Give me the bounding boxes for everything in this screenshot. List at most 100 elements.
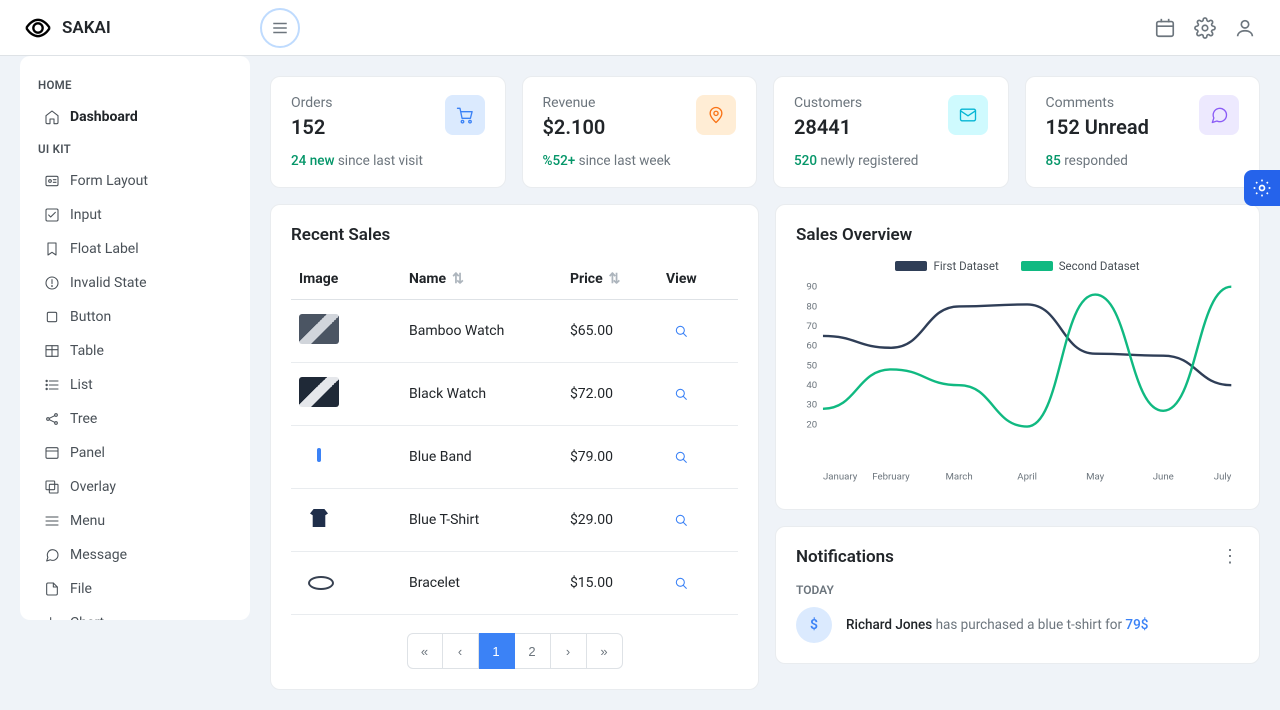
svg-text:80: 80 xyxy=(806,301,817,312)
sidebar-item-label: Float Label xyxy=(70,241,139,257)
svg-text:40: 40 xyxy=(806,380,817,391)
sidebar-item-list[interactable]: List xyxy=(34,368,250,402)
more-menu-icon[interactable]: ⋮ xyxy=(1221,548,1239,566)
col-image: Image xyxy=(291,259,401,300)
view-button[interactable] xyxy=(666,505,696,535)
sidebar-item-invalid-state[interactable]: Invalid State xyxy=(34,266,250,300)
svg-text:January: January xyxy=(823,471,858,482)
card-title: Recent Sales xyxy=(291,225,738,245)
brand-icon xyxy=(24,14,52,42)
user-icon[interactable] xyxy=(1234,17,1256,39)
col-view: View xyxy=(658,259,738,300)
stat-value: $2.100 xyxy=(543,115,606,139)
page-first[interactable]: « xyxy=(407,633,443,669)
sidebar-item-menu[interactable]: Menu xyxy=(34,504,250,538)
table-row: Bracelet$15.00 xyxy=(291,552,738,615)
cell-price: $65.00 xyxy=(562,300,658,363)
brand-logo[interactable]: SAKAI xyxy=(24,14,260,42)
page-last[interactable]: » xyxy=(587,633,623,669)
svg-text:June: June xyxy=(1153,471,1174,482)
svg-text:60: 60 xyxy=(806,341,817,352)
sidebar-item-message[interactable]: Message xyxy=(34,538,250,572)
sidebar-item-input[interactable]: Input xyxy=(34,198,250,232)
table-icon xyxy=(44,343,60,359)
cell-price: $79.00 xyxy=(562,426,658,489)
sort-icon: ⇅ xyxy=(609,271,621,287)
sidebar-item-label: Panel xyxy=(70,445,105,461)
page-prev[interactable]: ‹ xyxy=(443,633,479,669)
page-2[interactable]: 2 xyxy=(515,633,551,669)
cell-name: Blue T-Shirt xyxy=(401,489,562,552)
stat-value: 152 xyxy=(291,115,333,139)
calendar-icon[interactable] xyxy=(1154,17,1176,39)
svg-text:90: 90 xyxy=(806,282,817,293)
legend-item[interactable]: First Dataset xyxy=(895,259,998,273)
view-button[interactable] xyxy=(666,316,696,346)
legend-item[interactable]: Second Dataset xyxy=(1021,259,1140,273)
stat-card: Revenue$2.100%52+ since last week xyxy=(522,76,758,188)
product-thumbnail xyxy=(299,440,339,470)
col-name[interactable]: Name⇅ xyxy=(401,259,562,300)
stat-title: Orders xyxy=(291,95,333,111)
topbar: SAKAI xyxy=(0,0,1280,56)
stat-subtext: %52+ since last week xyxy=(543,153,737,169)
sidebar-item-form-layout[interactable]: Form Layout xyxy=(34,164,250,198)
overlay-icon xyxy=(44,479,60,495)
recent-sales-card: Recent Sales Image Name⇅ Price⇅ View Bam… xyxy=(270,204,759,690)
settings-icon[interactable] xyxy=(1194,17,1216,39)
stat-value: 152 Unread xyxy=(1046,115,1149,139)
view-button[interactable] xyxy=(666,568,696,598)
brand-name: SAKAI xyxy=(62,18,111,38)
product-thumbnail xyxy=(299,314,339,344)
sidebar-item-overlay[interactable]: Overlay xyxy=(34,470,250,504)
sales-overview-card: Sales Overview First Dataset Second Datas… xyxy=(775,204,1260,510)
card-title: Sales Overview xyxy=(796,225,1239,245)
svg-text:February: February xyxy=(872,471,910,482)
product-thumbnail xyxy=(299,566,339,596)
sidebar-item-chart[interactable]: Chart xyxy=(34,606,250,620)
sidebar-item-label: List xyxy=(70,377,93,393)
cell-name: Blue Band xyxy=(401,426,562,489)
sidebar-item-float-label[interactable]: Float Label xyxy=(34,232,250,266)
svg-text:March: March xyxy=(945,471,972,482)
comment-icon xyxy=(1199,95,1239,135)
sidebar-item-button[interactable]: Button xyxy=(34,300,250,334)
sidebar-item-tree[interactable]: Tree xyxy=(34,402,250,436)
sidebar-item-dashboard[interactable]: Dashboard xyxy=(34,100,250,134)
sidebar-item-file[interactable]: File xyxy=(34,572,250,606)
sidebar-item-table[interactable]: Table xyxy=(34,334,250,368)
share-icon xyxy=(44,411,60,427)
product-thumbnail xyxy=(299,377,339,407)
stat-subtext: 24 new since last visit xyxy=(291,153,485,169)
notifications-card: Notifications ⋮ TODAY$Richard Jones has … xyxy=(775,526,1260,664)
comment-icon xyxy=(44,547,60,563)
page-next[interactable]: › xyxy=(551,633,587,669)
product-thumbnail xyxy=(299,503,339,533)
theme-settings-button[interactable] xyxy=(1244,170,1280,206)
bookmark-icon xyxy=(44,241,60,257)
sidebar-item-label: Form Layout xyxy=(70,173,148,189)
page-1[interactable]: 1 xyxy=(479,633,515,669)
sidebar-toggle-button[interactable] xyxy=(260,8,300,48)
sidebar-item-panel[interactable]: Panel xyxy=(34,436,250,470)
table-row: Black Watch$72.00 xyxy=(291,363,738,426)
table-row: Blue T-Shirt$29.00 xyxy=(291,489,738,552)
view-button[interactable] xyxy=(666,442,696,472)
sidebar-item-label: Dashboard xyxy=(70,109,138,125)
svg-text:May: May xyxy=(1086,471,1105,482)
view-button[interactable] xyxy=(666,379,696,409)
stat-card: Orders 152 24 new since last visit xyxy=(270,76,506,188)
cell-price: $72.00 xyxy=(562,363,658,426)
stat-title: Customers xyxy=(794,95,862,111)
sidebar: HOMEDashboardUI KITForm LayoutInputFloat… xyxy=(20,56,250,620)
table-row: Blue Band$79.00 xyxy=(291,426,738,489)
col-price[interactable]: Price⇅ xyxy=(562,259,658,300)
notif-item: $Richard Jones has purchased a blue t-sh… xyxy=(796,607,1239,643)
stat-card: Customers28441520 newly registered xyxy=(773,76,1009,188)
table-row: Bamboo Watch$65.00 xyxy=(291,300,738,363)
svg-text:70: 70 xyxy=(806,321,817,332)
menu-group-title: UI KIT xyxy=(34,134,250,164)
svg-text:July: July xyxy=(1214,471,1232,482)
chart-legend: First Dataset Second Dataset xyxy=(796,259,1239,273)
panel-icon xyxy=(44,445,60,461)
